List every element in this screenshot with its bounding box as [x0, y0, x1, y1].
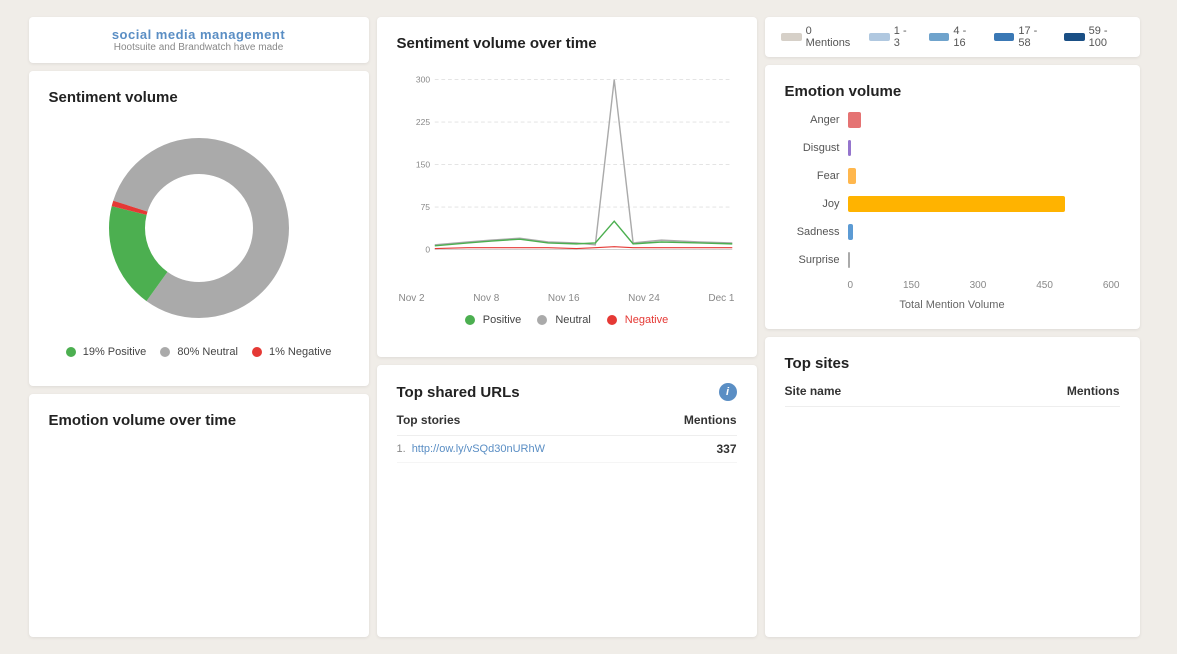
- anger-label: Anger: [785, 114, 840, 126]
- url-row: 1. http://ow.ly/vSQd30nURhW 337: [397, 436, 737, 463]
- sadness-bar: [848, 224, 853, 240]
- seg-17-58-label: 17 - 58: [1018, 25, 1048, 49]
- mid-column: Sentiment volume over time 300 225 150 7…: [377, 17, 757, 637]
- negative-line-legend: Negative: [607, 314, 668, 326]
- joy-bar: [848, 196, 1066, 212]
- joy-bar-track: [848, 196, 1120, 212]
- sentiment-over-time-card: Sentiment volume over time 300 225 150 7…: [377, 17, 757, 357]
- top-urls-title: Top shared URLs: [397, 384, 520, 401]
- legend-1-3: 1 - 3: [869, 25, 913, 49]
- info-icon[interactable]: i: [719, 383, 737, 401]
- legend-0-mentions: 0 Mentions: [781, 25, 854, 49]
- neutral-line-dot: [537, 315, 547, 325]
- col-mentions: Mentions: [684, 413, 737, 427]
- emotion-over-time-card: Emotion volume over time: [29, 394, 369, 637]
- negative-legend: 1% Negative: [252, 346, 331, 358]
- sites-table-header: Site name Mentions: [785, 384, 1120, 407]
- dashboard: social media management Hootsuite and Br…: [29, 17, 1149, 637]
- line-chart-legend: Positive Neutral Negative: [397, 314, 737, 326]
- neutral-legend: 80% Neutral: [160, 346, 238, 358]
- joy-row: Joy: [785, 196, 1120, 212]
- sadness-label: Sadness: [785, 226, 840, 238]
- sadness-row: Sadness: [785, 224, 1120, 240]
- row-num: 1.: [397, 443, 406, 455]
- seg-59-100-box: [1064, 33, 1085, 41]
- positive-line-dot: [465, 315, 475, 325]
- col-site-name: Site name: [785, 384, 842, 398]
- url-count: 337: [697, 442, 737, 456]
- top-urls-card: Top shared URLs i Top stories Mentions 1…: [377, 365, 757, 637]
- disgust-bar-track: [848, 140, 1120, 156]
- svg-text:300: 300: [415, 74, 429, 84]
- positive-line-legend: Positive: [465, 314, 522, 326]
- positive-dot: [66, 347, 76, 357]
- legend-4-16: 4 - 16: [929, 25, 978, 49]
- col-stories: Top stories: [397, 413, 461, 427]
- donut-chart: [99, 128, 299, 328]
- x-axis-title: Total Mention Volume: [785, 299, 1120, 311]
- sentiment-over-time-title: Sentiment volume over time: [397, 35, 737, 52]
- url-table-header: Top stories Mentions: [397, 413, 737, 436]
- emotion-bar-chart: Anger Disgust Fear: [785, 112, 1120, 311]
- x-axis-labels: 0 150 300 450 600: [848, 280, 1120, 291]
- svg-text:150: 150: [415, 159, 429, 169]
- negative-line-dot: [607, 315, 617, 325]
- fear-bar-track: [848, 168, 1120, 184]
- seg-17-58-box: [994, 33, 1015, 41]
- line-chart-svg: 300 225 150 75 0: [397, 64, 737, 284]
- seg-0-label: 0 Mentions: [806, 25, 853, 49]
- surprise-bar: [848, 252, 850, 268]
- top-sites-title: Top sites: [785, 355, 1120, 372]
- disgust-label: Disgust: [785, 142, 840, 154]
- svg-text:75: 75: [420, 202, 430, 212]
- donut-container: 19% Positive 80% Neutral 1% Negative: [49, 118, 349, 368]
- sadness-bar-track: [848, 224, 1120, 240]
- anger-bar-track: [848, 112, 1120, 128]
- fear-row: Fear: [785, 168, 1120, 184]
- legend-17-58: 17 - 58: [994, 25, 1048, 49]
- sentiment-volume-title: Sentiment volume: [49, 89, 349, 106]
- svg-text:0: 0: [425, 244, 430, 254]
- svg-text:225: 225: [415, 117, 429, 127]
- negative-dot: [252, 347, 262, 357]
- seg-4-16-label: 4 - 16: [953, 25, 977, 49]
- brand-header: social media management Hootsuite and Br…: [29, 17, 369, 63]
- emotion-over-time-title: Emotion volume over time: [49, 412, 349, 429]
- positive-legend: 19% Positive: [66, 346, 147, 358]
- seg-4-16-box: [929, 33, 950, 41]
- url-link[interactable]: http://ow.ly/vSQd30nURhW: [412, 443, 697, 455]
- disgust-bar: [848, 140, 852, 156]
- top-sites-card: Top sites Site name Mentions: [765, 337, 1140, 637]
- top-header: 0 Mentions 1 - 3 4 - 16 17 - 58 59 - 100: [765, 17, 1140, 57]
- disgust-row: Disgust: [785, 140, 1120, 156]
- brand-subtitle: Hootsuite and Brandwatch have made: [39, 42, 359, 53]
- seg-0-box: [781, 33, 802, 41]
- neutral-line-legend: Neutral: [537, 314, 590, 326]
- anger-bar: [848, 112, 862, 128]
- sentiment-volume-card: Sentiment volume 19%: [29, 71, 369, 386]
- right-column: 0 Mentions 1 - 3 4 - 16 17 - 58 59 - 100: [765, 17, 1140, 637]
- left-column: social media management Hootsuite and Br…: [29, 17, 369, 637]
- surprise-row: Surprise: [785, 252, 1120, 268]
- seg-1-3-box: [869, 33, 890, 41]
- anger-row: Anger: [785, 112, 1120, 128]
- x-axis-labels: Nov 2 Nov 8 Nov 16 Nov 24 Dec 1: [397, 293, 737, 304]
- emotion-volume-card: Emotion volume Anger Disgust: [765, 65, 1140, 329]
- top-urls-title-row: Top shared URLs i: [397, 383, 737, 401]
- surprise-label: Surprise: [785, 254, 840, 266]
- neutral-dot: [160, 347, 170, 357]
- surprise-bar-track: [848, 252, 1120, 268]
- legend-59-100: 59 - 100: [1064, 25, 1124, 49]
- fear-label: Fear: [785, 170, 840, 182]
- fear-bar: [848, 168, 856, 184]
- emotion-volume-title: Emotion volume: [785, 83, 1120, 100]
- brand-title: social media management: [39, 27, 359, 42]
- donut-legend: 19% Positive 80% Neutral 1% Negative: [66, 346, 332, 358]
- col-site-mentions: Mentions: [1067, 384, 1120, 398]
- joy-label: Joy: [785, 198, 840, 210]
- seg-59-100-label: 59 - 100: [1089, 25, 1124, 49]
- seg-1-3-label: 1 - 3: [894, 25, 913, 49]
- mentions-legend-bar: 0 Mentions 1 - 3 4 - 16 17 - 58 59 - 100: [781, 25, 1124, 49]
